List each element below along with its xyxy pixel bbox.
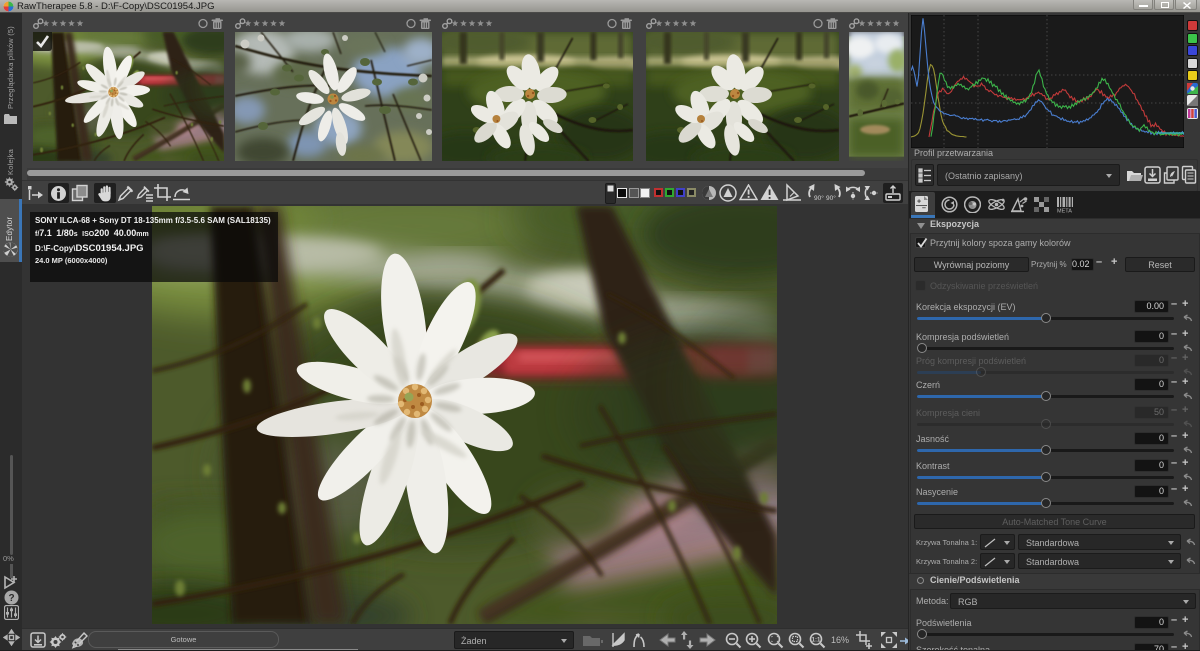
svg-text:90°: 90° (826, 194, 836, 202)
svg-text:+: + (917, 199, 921, 206)
svg-text:1:1: 1:1 (812, 638, 821, 644)
svg-text:90°: 90° (814, 194, 824, 202)
svg-text:–: – (922, 205, 926, 212)
svg-text:META: META (1057, 209, 1072, 214)
svg-text:?: ? (8, 593, 14, 604)
